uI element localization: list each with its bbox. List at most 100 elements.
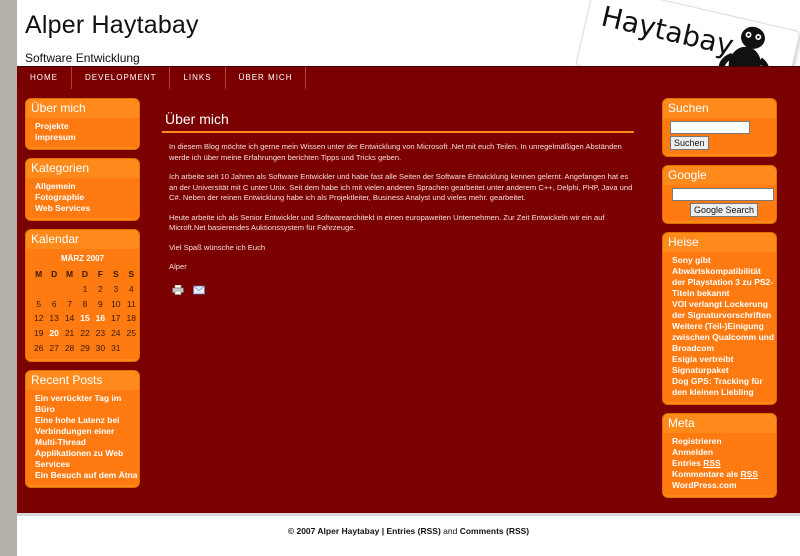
meta-widget-title: Meta [668, 416, 695, 430]
category-fotographie[interactable]: Fotographie [35, 192, 139, 203]
meta-entries-rss-link[interactable]: Entries RSS [672, 458, 776, 469]
email-icon[interactable] [193, 285, 206, 295]
calendar-table: MDMDFSS 1 2 3 4 5 6 7 8 9 10 11 12 13 14 15 16 17 18 19 20 2… [31, 267, 139, 355]
category-allgemein[interactable]: Allgemein [35, 181, 139, 192]
category-web-services[interactable]: Web Services [35, 203, 139, 214]
calendar-weekday: D [81, 269, 89, 280]
heise-news-link[interactable]: Esigia vertreibt Signaturpaket [672, 354, 776, 376]
post-title: Über mich [162, 109, 634, 133]
calendar-day: 5 [36, 298, 42, 309]
search-widget-title: Suchen [668, 101, 709, 115]
calendar-day: 19 [33, 328, 44, 339]
footer-comments-rss-link[interactable]: Comments (RSS) [460, 526, 529, 536]
recent-post-link[interactable]: Ein Besuch auf dem Ätna [35, 470, 139, 481]
meta-entries-rss: RSS [703, 458, 721, 468]
nav-ueber-mich[interactable]: ÜBER MICH [226, 67, 307, 89]
calendar-day-link[interactable]: 16 [93, 311, 108, 326]
footer-entries-rss-link[interactable]: Entries (RSS) [386, 526, 440, 536]
link-impresum[interactable]: Impresum [35, 132, 139, 143]
calendar-day: 1 [82, 284, 88, 295]
calendar-day: 24 [111, 328, 121, 339]
search-widget: Suchen Suchen [662, 98, 777, 157]
heise-widget-body: Sony gibt Abwärtskompatibilität der Play… [663, 252, 776, 402]
heise-widget-title: Heise [668, 235, 699, 249]
calendar-day-link[interactable]: 20 [46, 326, 61, 341]
calendar-day [46, 282, 61, 297]
calendar-day: 17 [111, 313, 121, 324]
calendar-day: 14 [64, 313, 75, 324]
print-icon[interactable] [172, 285, 184, 296]
heise-news-link[interactable]: Weitere (Teil-)Einigung zwischen Qualcom… [672, 321, 776, 354]
calendar-day: 2 [98, 284, 103, 295]
about-widget-title: Über mich [31, 101, 86, 115]
meta-registrieren-link[interactable]: Registrieren [672, 436, 776, 447]
calendar-day: 23 [95, 328, 106, 339]
google-search-button[interactable]: Google Search [690, 203, 759, 217]
search-widget-body: Suchen [663, 118, 776, 154]
calendar-week: 12 13 14 15 16 17 18 [31, 311, 139, 326]
meta-wordpress-link[interactable]: WordPress.com [672, 480, 776, 491]
heise-news-link[interactable]: Dog GPS: Tracking für den kleinen Liebli… [672, 376, 776, 398]
recent-post-link[interactable]: Ein verrückter Tag im Büro [35, 393, 139, 415]
left-sidebar: Über mich Projekte Impresum Kategorien A… [25, 98, 140, 496]
meta-comments-rss: RSS [740, 469, 758, 479]
search-button[interactable]: Suchen [670, 136, 709, 150]
calendar-week: 19 20 21 22 23 24 25 [31, 326, 139, 341]
post-paragraph: Viel Spaß wünsche ich Euch [169, 242, 266, 252]
main-content: Über mich In diesem Blog möchte ich gern… [162, 109, 634, 296]
categories-widget-body: Allgemein Fotographie Web Services [26, 178, 139, 218]
calendar-weekday: F [97, 269, 103, 280]
calendar-day: 9 [98, 298, 103, 309]
meta-entries-label: Entries [672, 458, 701, 468]
heise-news-link[interactable]: Sony gibt Abwärtskompatibilität der Play… [672, 255, 776, 299]
meta-comments-rss-link[interactable]: Kommentare als RSS [672, 469, 776, 480]
calendar-day-link[interactable]: 15 [77, 311, 92, 326]
nav-development[interactable]: DEVELOPMENT [72, 67, 171, 89]
heise-news-link[interactable]: VOI verlangt Lockerung der Signaturvorsc… [672, 299, 776, 321]
recent-posts-title: Recent Posts [31, 373, 103, 388]
calendar-day: 25 [126, 328, 136, 339]
google-widget: Google Google Search [662, 165, 777, 224]
meta-widget-body: Registrieren Anmelden Entries RSS Kommen… [663, 433, 776, 495]
nav-home[interactable]: HOME [17, 67, 72, 89]
recent-posts-body: Ein verrückter Tag im Büro Eine hohe Lat… [26, 390, 139, 486]
footer: © 2007 Alper Haytabay | Entries (RSS) an… [17, 513, 800, 556]
footer-and: and [443, 526, 458, 536]
calendar-week: 5 6 7 8 9 10 11 [31, 296, 139, 311]
link-projekte[interactable]: Projekte [35, 121, 139, 132]
header: Alper Haytabay Software Entwicklung Hayt… [17, 0, 800, 113]
calendar-day: 12 [33, 313, 44, 324]
heise-widget: Heise Sony gibt Abwärtskompatibilität de… [662, 232, 777, 405]
calendar-day: 30 [95, 342, 106, 353]
meta-anmelden-link[interactable]: Anmelden [672, 447, 776, 458]
site-title[interactable]: Alper Haytabay [25, 11, 199, 40]
calendar-week: 26 27 28 29 30 31 [31, 340, 139, 355]
post-actions [169, 282, 634, 296]
calendar-weekday: M [35, 269, 43, 280]
categories-widget-title: Kategorien [31, 161, 90, 175]
nav-links[interactable]: LINKS [170, 67, 226, 89]
calendar-day: 31 [111, 342, 121, 353]
calendar-weekday: M [66, 269, 74, 280]
calendar-day: 7 [67, 298, 72, 309]
calendar-day: 6 [51, 298, 57, 309]
google-search-input[interactable] [672, 188, 774, 201]
calendar-widget: Kalendar MÄRZ 2007 MDMDFSS 1 2 3 4 5 6 7 8 9 10 11… [25, 229, 140, 363]
calendar-day: 10 [111, 298, 121, 309]
post-paragraph: In diesem Blog möchte ich gerne mein Wis… [169, 142, 622, 162]
search-input[interactable] [670, 121, 750, 134]
calendar-weekday: D [51, 269, 58, 280]
calendar-day: 3 [113, 284, 119, 295]
calendar-caption: MÄRZ 2007 [60, 254, 105, 263]
about-widget-body: Projekte Impresum [26, 118, 139, 147]
post-paragraph: Alper [169, 262, 187, 271]
main-nav: HOME DEVELOPMENT LINKS ÜBER MICH [17, 66, 800, 89]
calendar-day: 22 [80, 328, 90, 339]
calendar-day: 27 [49, 342, 59, 353]
calendar-weekday: S [128, 269, 135, 280]
calendar-day [62, 282, 77, 297]
footer-separator: | [381, 526, 385, 536]
recent-post-link[interactable]: Eine hohe Latenz bei Verbindungen einer … [35, 415, 139, 470]
recent-posts-widget: Recent Posts Ein verrückter Tag im Büro … [25, 370, 140, 489]
calendar-day: 21 [64, 328, 75, 339]
